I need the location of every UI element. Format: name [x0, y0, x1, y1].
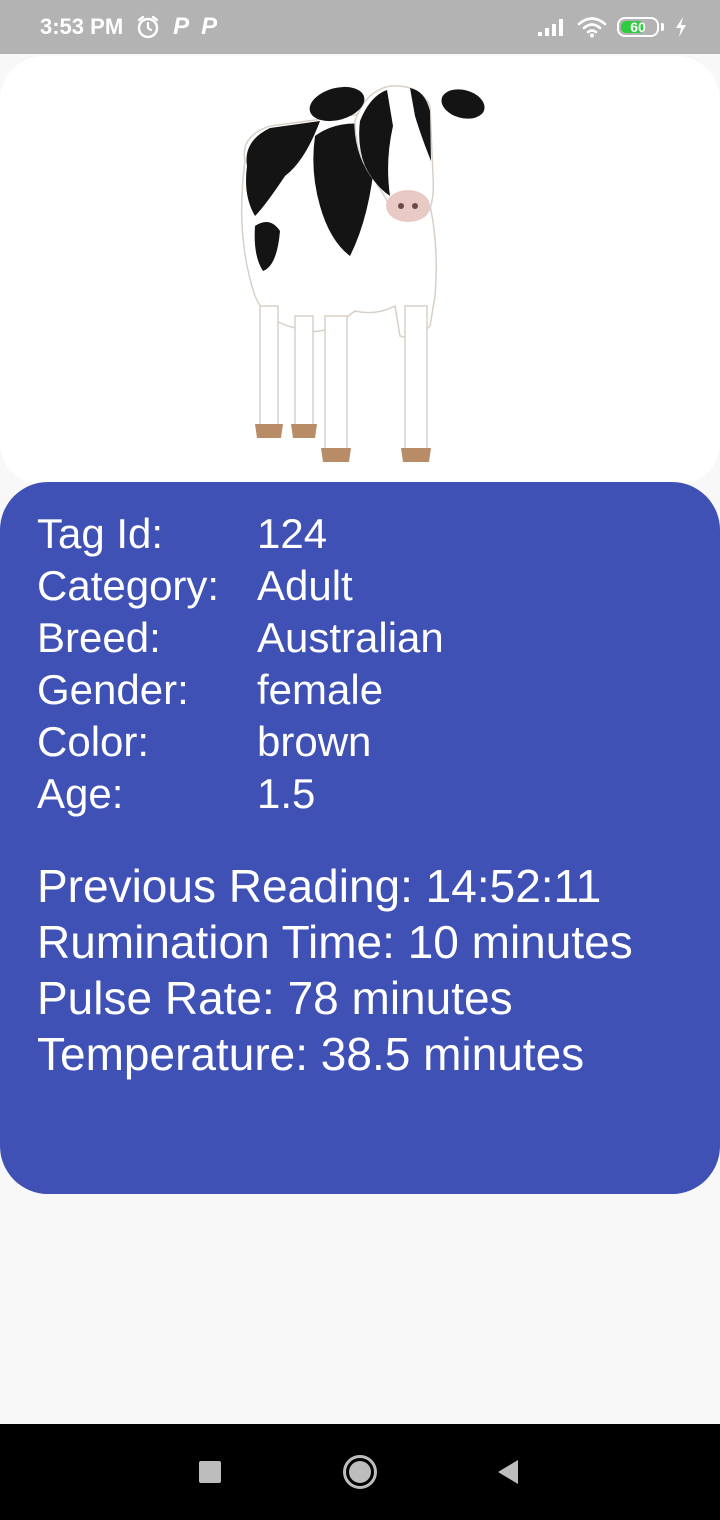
detail-label: Category: — [37, 562, 220, 609]
detail-label: Color: — [37, 718, 150, 765]
cow-photo — [240, 85, 485, 462]
detail-row-breed: Breed: Australian — [37, 612, 444, 664]
detail-row-age: Age: 1.5 — [37, 768, 444, 820]
back-button[interactable] — [478, 1424, 538, 1520]
detail-row-category: Category: Adult — [37, 560, 444, 612]
readings-list: Previous Reading: 14:52:11 Rumination Ti… — [37, 858, 633, 1082]
pulse-rate: Pulse Rate: 78 minutes — [37, 972, 513, 1024]
p-app-icon: P — [173, 13, 190, 40]
alarm-icon — [135, 14, 161, 40]
system-nav-bar — [0, 1424, 720, 1520]
screen: 3:53 PM P P 60 Tag Id: 124 Category: Adu… — [0, 0, 720, 1520]
status-bar: 3:53 PM P P 60 — [0, 0, 720, 54]
wifi-icon — [577, 16, 607, 38]
status-left: 3:53 PM P P — [40, 0, 217, 54]
detail-label: Age: — [37, 770, 124, 817]
detail-row-gender: Gender: female — [37, 664, 444, 716]
detail-label: Gender: — [37, 666, 189, 713]
battery-tip — [661, 23, 664, 31]
detail-value: Adult — [257, 562, 353, 609]
signal-icon — [537, 17, 567, 37]
recents-button[interactable] — [180, 1424, 240, 1520]
charging-icon — [674, 16, 688, 38]
recents-square-icon — [199, 1461, 221, 1483]
details-table: Tag Id: 124 Category: Adult Breed: Austr… — [37, 508, 444, 820]
temperature: Temperature: 38.5 minutes — [37, 1028, 585, 1080]
previous-reading: Previous Reading: 14:52:11 — [37, 860, 602, 912]
detail-label: Tag Id: — [37, 510, 164, 557]
status-time: 3:53 PM — [40, 14, 124, 39]
detail-value: female — [257, 666, 384, 713]
animal-image-card — [0, 56, 720, 486]
battery-level: 60 — [630, 19, 646, 35]
animal-info-card: Tag Id: 124 Category: Adult Breed: Austr… — [0, 482, 720, 1194]
status-right: 60 — [537, 0, 688, 54]
detail-label: Breed: — [37, 614, 161, 661]
p-app-icon: P — [201, 13, 218, 40]
home-button[interactable] — [330, 1424, 390, 1520]
detail-row-color: Color: brown — [37, 716, 444, 768]
back-triangle-icon — [498, 1460, 518, 1484]
detail-row-tag-id: Tag Id: 124 — [37, 508, 444, 560]
rumination-time: Rumination Time: 10 minutes — [37, 916, 633, 968]
battery-icon: 60 — [617, 17, 659, 37]
detail-value: brown — [257, 718, 372, 765]
detail-value: 1.5 — [257, 770, 316, 817]
detail-value: Australian — [257, 614, 444, 661]
home-circle-icon — [343, 1455, 377, 1489]
detail-value: 124 — [257, 510, 328, 557]
